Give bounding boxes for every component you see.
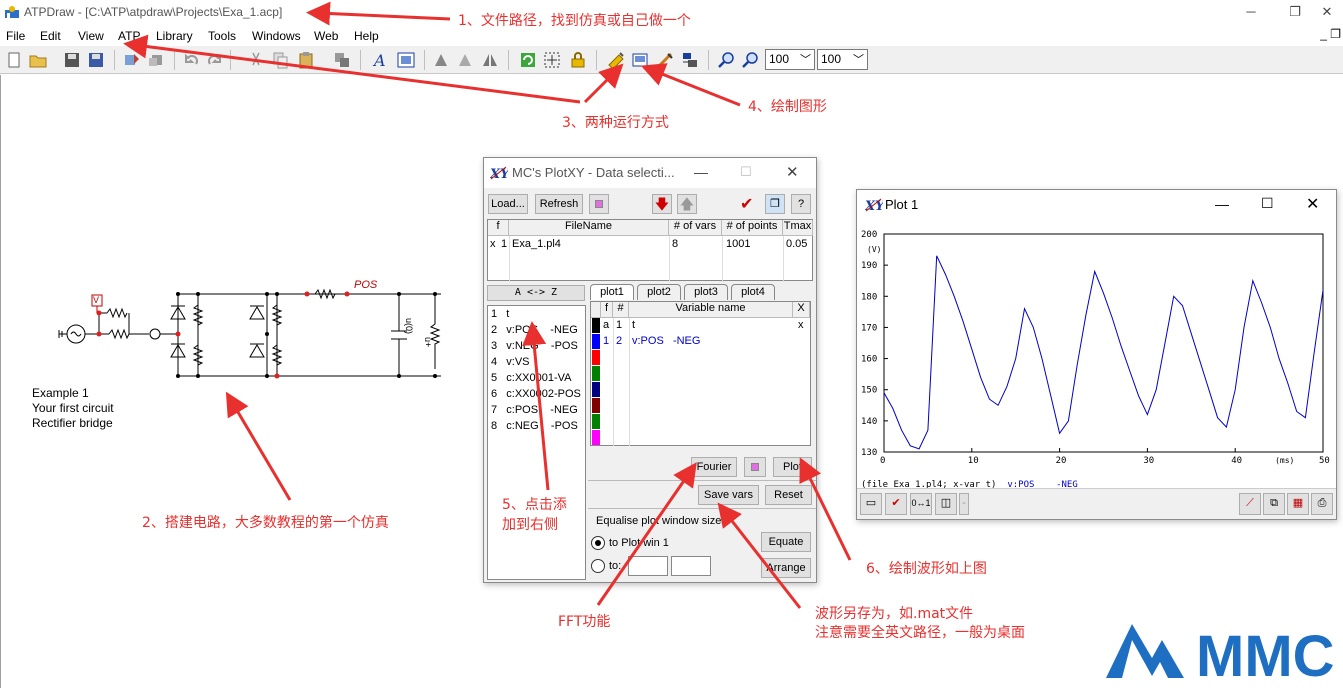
annotation-5: 5、点击添 加到右侧 (502, 497, 567, 533)
svg-text:MMC: MMC (1196, 624, 1335, 684)
mmc-watermark: MMC (1104, 618, 1340, 688)
annotation-2: 2、搭建电路，大多数教程的第一个仿真 (142, 515, 389, 531)
annotation-arrows (123, 1, 852, 609)
annotation-1: 1、文件路径，找到仿真或自己做一个 (458, 13, 691, 29)
annotation-7: FFT功能 (558, 614, 611, 630)
mmc-logo-icon: MMC (1106, 624, 1335, 688)
annotation-3: 3、两种运行方式 (562, 115, 669, 131)
annotation-4: 4、绘制图形 (748, 99, 827, 115)
annotation-6: 6、绘制波形如上图 (866, 561, 987, 577)
annotation-8: 波形另存为，如.mat文件 注意需要全英文路径，一般为桌面 (815, 606, 1025, 641)
